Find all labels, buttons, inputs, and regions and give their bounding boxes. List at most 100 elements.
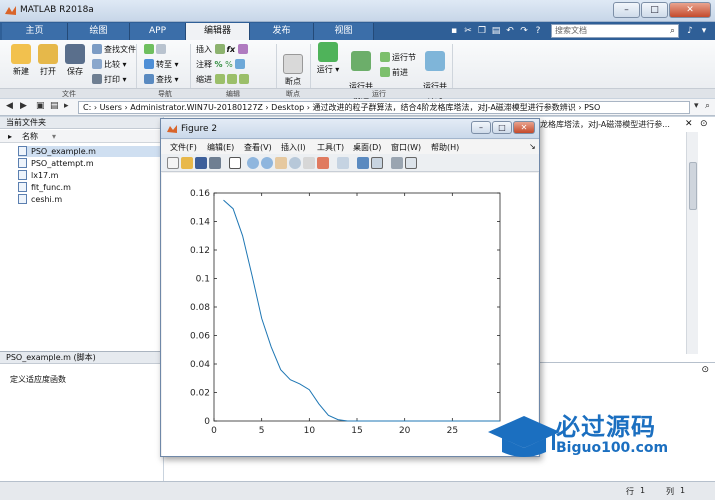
cut-icon[interactable]: ✂ (462, 25, 474, 37)
save-icon[interactable]: ▪ (448, 25, 460, 37)
save-figure-icon[interactable] (195, 157, 207, 169)
paste-icon[interactable]: ▤ (490, 25, 502, 37)
zoom-out-icon[interactable] (261, 157, 273, 169)
open-file-icon[interactable] (181, 157, 193, 169)
browse-folder-icon[interactable]: ▤ (50, 101, 59, 111)
group-separator (276, 44, 277, 94)
comment-button[interactable]: 注释 % % (196, 59, 247, 70)
select-arrow-icon[interactable] (229, 157, 241, 169)
uncomment-icon: % (225, 60, 233, 69)
matlab-logo-icon (5, 6, 16, 15)
back-arrow-icon[interactable]: ◀ (6, 101, 13, 111)
open-button[interactable]: 打开 (35, 44, 61, 77)
indent-button[interactable]: 缩进 (196, 74, 251, 85)
redo-icon[interactable]: ↷ (518, 25, 530, 37)
toolstrip-tabs: 主页 绘图 APP 编辑器 发布 视图 ▪ ✂ ❐ ▤ ↶ ↷ ? 搜索文档 ⌕… (0, 22, 715, 40)
advance-button[interactable]: 前进 (380, 67, 408, 78)
file-item-pso-example[interactable]: PSO_example.m (18, 146, 162, 157)
print-icon (92, 74, 102, 84)
print-button[interactable]: 打印 ▾ (92, 74, 127, 85)
file-item-fit-func[interactable]: fit_func.m (18, 182, 71, 193)
pan-hand-icon[interactable] (275, 157, 287, 169)
figure-minimize-button[interactable]: – (471, 121, 491, 134)
scrollbar-thumb[interactable] (689, 162, 697, 210)
editor-close-icon[interactable]: ✕ (685, 119, 693, 129)
x-tick-label: 0 (211, 426, 217, 436)
save-disk-icon (65, 44, 85, 64)
copy-icon[interactable]: ❐ (476, 25, 488, 37)
minimize-button[interactable]: – (613, 2, 640, 18)
path-search-icon[interactable]: ⌕ (705, 101, 710, 111)
fx-button[interactable]: fx (227, 45, 236, 54)
m-file-icon (18, 146, 27, 156)
zoom-in-icon[interactable] (247, 157, 259, 169)
menu-help[interactable]: 帮助(H) (431, 142, 459, 153)
path-folder-icon: ▸ (64, 101, 69, 111)
editor-vertical-scrollbar[interactable] (686, 132, 698, 354)
menu-view[interactable]: 查看(V) (244, 142, 272, 153)
compare-button[interactable]: 比较 ▾ (92, 59, 127, 70)
tab-plots[interactable]: 绘图 (68, 23, 130, 40)
open-folder-icon (38, 44, 58, 64)
menu-edit[interactable]: 编辑(E) (207, 142, 234, 153)
figure-toolbar (161, 154, 539, 172)
back-forward-buttons[interactable] (144, 44, 168, 54)
name-column-header[interactable]: 名称 ▸ ▾ (0, 130, 163, 143)
menu-window[interactable]: 窗口(W) (391, 142, 421, 153)
y-tick-label: 0.1 (196, 275, 210, 285)
print-figure-icon[interactable] (209, 157, 221, 169)
path-dropdown-icon[interactable]: ▾ (694, 101, 699, 111)
show-plot-tools-icon[interactable] (405, 157, 417, 169)
find-button[interactable]: 查找 ▾ (144, 74, 179, 85)
figure-close-button[interactable]: ✕ (513, 121, 535, 134)
tab-apps[interactable]: APP (130, 23, 186, 40)
file-item-lx17[interactable]: lx17.m (18, 170, 58, 181)
row-label: 行 (626, 487, 634, 496)
tab-view[interactable]: 视图 (314, 23, 374, 40)
new-button[interactable]: 新建 (8, 44, 34, 77)
figure-maximize-button[interactable]: □ (492, 121, 512, 134)
breakpoints-button[interactable]: 断点 (280, 54, 306, 87)
bell-icon[interactable]: ♪ (684, 25, 696, 37)
insert-colorbar-icon[interactable] (357, 157, 369, 169)
current-folder-path[interactable]: C: › Users › Administrator.WIN7U-2018012… (78, 101, 690, 114)
tab-home[interactable]: 主页 (2, 23, 68, 40)
collapse-icon[interactable]: ▾ (698, 25, 710, 37)
file-item-ceshi[interactable]: ceshi.m (18, 194, 62, 205)
brush-icon[interactable] (317, 157, 329, 169)
undo-icon[interactable]: ↶ (504, 25, 516, 37)
maximize-button[interactable]: □ (641, 2, 668, 18)
run-button[interactable]: 运行 ▾ (314, 42, 342, 75)
tab-publish[interactable]: 发布 (250, 23, 314, 40)
find-files-button[interactable]: 查找文件 (92, 44, 136, 55)
tab-editor[interactable]: 编辑器 (186, 23, 250, 40)
command-window-options-icon[interactable]: ⊙ (701, 365, 709, 375)
menu-tools[interactable]: 工具(T) (317, 142, 344, 153)
file-item-pso-attempt[interactable]: PSO_attempt.m (18, 158, 94, 169)
insert-button[interactable]: 插入 fx (196, 44, 250, 55)
search-documentation-input[interactable]: 搜索文档 ⌕ (551, 24, 679, 38)
group-label-file: 文件 (62, 90, 76, 98)
link-plot-icon[interactable] (337, 157, 349, 169)
forward-arrow-icon[interactable]: ▶ (20, 101, 27, 111)
search-icon: ⌕ (669, 26, 675, 36)
data-cursor-icon[interactable] (303, 157, 315, 169)
save-button[interactable]: 保存 (62, 44, 88, 77)
details-panel: PSO_example.m (脚本) 定义适应度函数 (0, 351, 163, 487)
menu-dock-icon[interactable]: ↘ (529, 142, 536, 151)
rotate-3d-icon[interactable] (289, 157, 301, 169)
menu-file[interactable]: 文件(F) (170, 142, 197, 153)
menu-desktop[interactable]: 桌面(D) (353, 142, 381, 153)
goto-button[interactable]: 转至 ▾ (144, 59, 179, 70)
row-value: 1 (640, 486, 646, 495)
hide-plot-tools-icon[interactable] (391, 157, 403, 169)
menu-insert[interactable]: 插入(I) (281, 142, 306, 153)
new-figure-icon[interactable] (167, 157, 179, 169)
insert-legend-icon[interactable] (371, 157, 383, 169)
help-icon[interactable]: ? (532, 25, 544, 37)
x-tick-label: 10 (304, 426, 316, 436)
folder-up-icon[interactable]: ▣ (36, 101, 45, 111)
editor-options-icon[interactable]: ⊙ (700, 119, 708, 129)
run-section-button[interactable]: 运行节 (380, 52, 416, 63)
close-button[interactable]: ✕ (669, 2, 711, 18)
